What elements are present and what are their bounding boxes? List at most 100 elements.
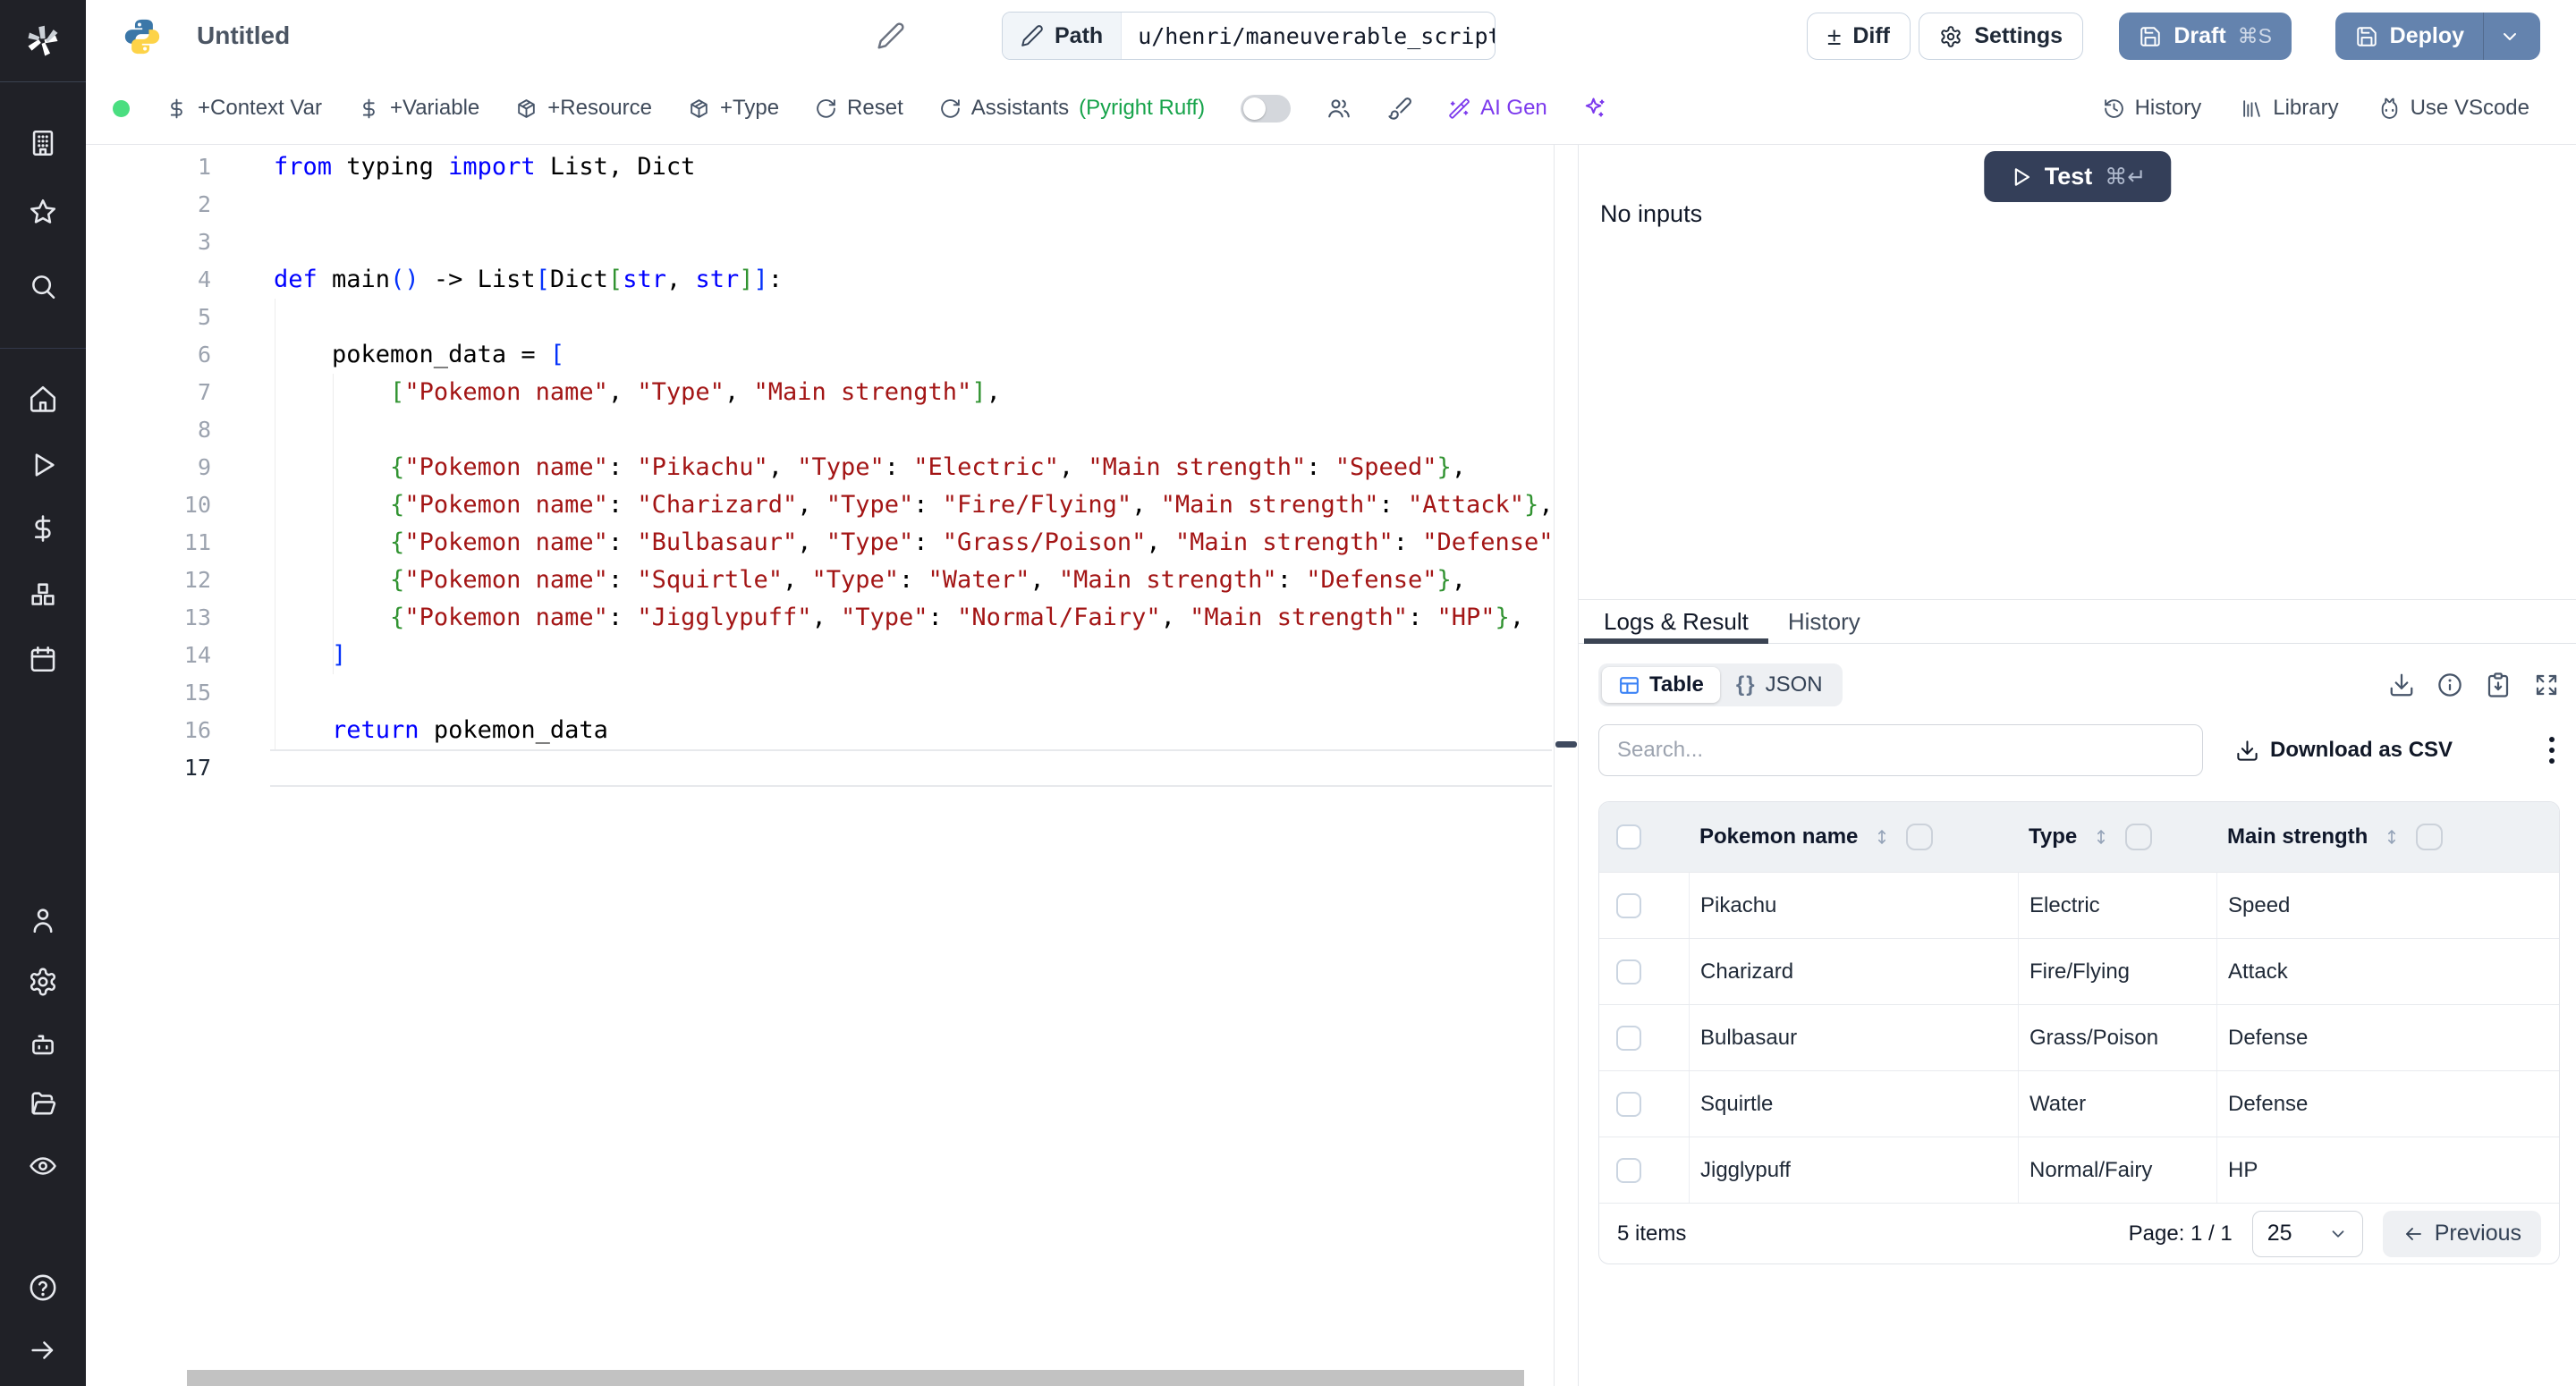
horizontal-scrollbar[interactable]	[187, 1370, 1524, 1386]
code-line[interactable]: 3	[86, 224, 1554, 261]
column-filter-checkbox[interactable]	[2125, 824, 2152, 850]
code-line[interactable]: 4def main() -> List[Dict[str, str]]:	[86, 261, 1554, 299]
code-line[interactable]: 9 {"Pokemon name": "Pikachu", "Type": "E…	[86, 449, 1554, 486]
path-value[interactable]: u/henri/maneuverable_script	[1122, 13, 1496, 59]
reset-button[interactable]: Reset	[815, 96, 903, 121]
sparkles-icon[interactable]	[1583, 96, 1608, 121]
draft-shortcut: ⌘S	[2238, 24, 2272, 48]
code-area[interactable]: 1from typing import List, Dict234def mai…	[86, 145, 1554, 787]
add-type-button[interactable]: +Type	[688, 96, 779, 121]
assistants-button[interactable]: Assistants (Pyright Ruff)	[939, 96, 1205, 121]
code-line[interactable]: 7 ["Pokemon name", "Type", "Main strengt…	[86, 374, 1554, 411]
path-field[interactable]: Path u/henri/maneuverable_script	[1002, 12, 1496, 60]
settings-button[interactable]: Settings	[1919, 13, 2083, 60]
workers-robot-icon[interactable]	[28, 1029, 58, 1060]
tab-logs-and-result[interactable]: Logs & Result	[1584, 600, 1768, 643]
row-checkbox[interactable]	[1616, 959, 1641, 985]
chevron-down-icon[interactable]	[2499, 26, 2521, 47]
code-text: pokemon_data = [	[274, 336, 564, 374]
ai-gen-button[interactable]: AI Gen	[1448, 96, 1547, 121]
edit-title-pencil-icon[interactable]	[877, 21, 905, 50]
variables-dollar-icon[interactable]	[28, 513, 58, 544]
multiplayer-users-icon[interactable]	[1326, 96, 1352, 121]
library-button[interactable]: Library	[2241, 96, 2338, 121]
code-editor[interactable]: 1from typing import List, Dict234def mai…	[86, 145, 1554, 1386]
select-all-checkbox[interactable]	[1616, 824, 1641, 849]
search-icon[interactable]	[28, 271, 58, 301]
result-search-input[interactable]	[1598, 724, 2203, 776]
code-line[interactable]: 6 pokemon_data = [	[86, 336, 1554, 374]
settings-gear-icon[interactable]	[28, 967, 58, 997]
folders-icon[interactable]	[28, 1088, 58, 1119]
user-icon[interactable]	[28, 905, 58, 935]
sort-icon[interactable]	[2382, 827, 2402, 847]
code-line[interactable]: 5	[86, 299, 1554, 336]
use-vscode-button[interactable]: Use VScode	[2378, 96, 2529, 121]
page-size-select[interactable]: 25	[2252, 1211, 2363, 1257]
home-icon[interactable]	[28, 384, 58, 414]
chevron-down-icon	[2328, 1224, 2348, 1244]
row-checkbox[interactable]	[1616, 1026, 1641, 1051]
code-line[interactable]: 14 ]	[86, 637, 1554, 674]
deploy-button[interactable]: Deploy	[2335, 13, 2540, 60]
no-inputs-label: No inputs	[1600, 200, 1702, 228]
code-line[interactable]: 8	[86, 411, 1554, 449]
collapse-arrow-icon[interactable]	[28, 1335, 58, 1365]
add-resource-button[interactable]: +Resource	[515, 96, 652, 121]
code-line[interactable]: 15	[86, 674, 1554, 712]
expand-icon[interactable]	[2533, 672, 2560, 698]
runs-play-icon[interactable]	[28, 450, 58, 480]
add-context-var-button[interactable]: +Context Var	[165, 96, 322, 121]
schedules-calendar-icon[interactable]	[28, 644, 58, 674]
sort-icon[interactable]	[1872, 827, 1892, 847]
workspace-building-icon[interactable]	[28, 128, 58, 158]
download-result-icon[interactable]	[2388, 672, 2415, 698]
code-line[interactable]: 11 {"Pokemon name": "Bulbasaur", "Type":…	[86, 524, 1554, 562]
line-number: 12	[86, 562, 211, 599]
add-variable-button[interactable]: +Variable	[358, 96, 479, 121]
row-checkbox[interactable]	[1616, 1092, 1641, 1117]
row-checkbox[interactable]	[1616, 1158, 1641, 1183]
resources-cubes-icon[interactable]	[28, 579, 58, 610]
info-icon[interactable]	[2436, 672, 2463, 698]
plus-minus-icon: ±	[1827, 24, 1841, 49]
code-line[interactable]: 1from typing import List, Dict	[86, 148, 1554, 186]
diff-button[interactable]: ± Diff	[1807, 13, 1911, 60]
view-toggle-json[interactable]: {} JSON	[1720, 667, 1839, 703]
topbar: Untitled Path u/henri/maneuverable_scrip…	[86, 0, 2576, 72]
draft-button[interactable]: Draft ⌘S	[2119, 13, 2292, 60]
history-button[interactable]: History	[2103, 96, 2202, 121]
copy-to-clipboard-icon[interactable]	[2485, 672, 2512, 698]
column-filter-checkbox[interactable]	[1906, 824, 1933, 850]
code-line[interactable]: 17	[86, 749, 1554, 787]
pane-divider[interactable]	[1554, 145, 1579, 1386]
previous-page-button[interactable]: Previous	[2383, 1211, 2541, 1257]
page-indicator: Page: 1 / 1	[2129, 1221, 2233, 1247]
view-toggle-table[interactable]: Table	[1602, 667, 1720, 703]
table-row: JigglypuffNormal/FairyHP	[1599, 1137, 2559, 1203]
test-button[interactable]: Test ⌘↵	[1984, 151, 2171, 202]
audit-eye-icon[interactable]	[28, 1151, 58, 1181]
tab-history[interactable]: History	[1768, 600, 1880, 643]
favorites-star-icon[interactable]	[28, 197, 58, 227]
windmill-logo[interactable]	[0, 0, 86, 82]
divider-drag-handle[interactable]	[1555, 741, 1577, 748]
download-csv-button[interactable]: Download as CSV	[2235, 738, 2453, 763]
table-options-kebab-icon[interactable]	[2544, 731, 2560, 769]
code-line[interactable]: 10 {"Pokemon name": "Charizard", "Type":…	[86, 486, 1554, 524]
row-checkbox[interactable]	[1616, 893, 1641, 918]
sort-icon[interactable]	[2091, 827, 2111, 847]
column-filter-checkbox[interactable]	[2416, 824, 2443, 850]
dark-mode-toggle[interactable]	[1241, 95, 1291, 123]
code-text: ]	[274, 637, 346, 674]
format-brush-icon[interactable]	[1387, 96, 1412, 121]
line-number: 1	[86, 148, 211, 186]
code-line[interactable]: 13 {"Pokemon name": "Jigglypuff", "Type"…	[86, 599, 1554, 637]
code-line[interactable]: 12 {"Pokemon name": "Squirtle", "Type": …	[86, 562, 1554, 599]
code-line[interactable]: 2	[86, 186, 1554, 224]
code-line[interactable]: 16 return pokemon_data	[86, 712, 1554, 749]
braces-icon: {}	[1736, 672, 1757, 697]
help-icon[interactable]	[28, 1272, 58, 1303]
test-shortcut: ⌘↵	[2105, 164, 2146, 190]
script-title: Untitled	[197, 21, 290, 50]
